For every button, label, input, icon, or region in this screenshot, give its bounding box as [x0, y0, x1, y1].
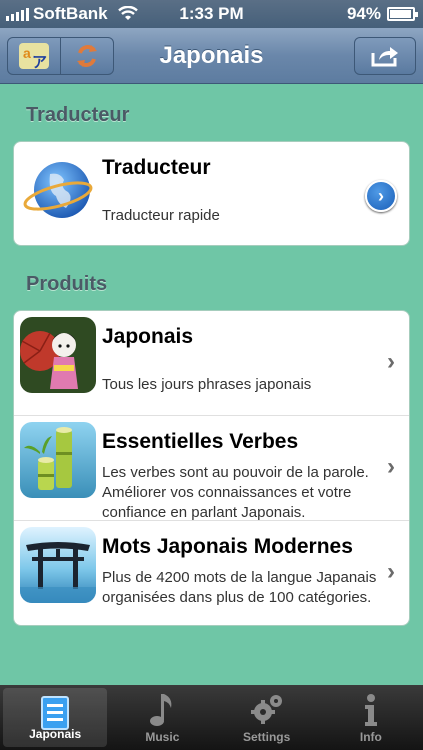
- globe-icon: [20, 154, 96, 230]
- list-icon: [3, 694, 107, 731]
- row-title: Mots Japonais Modernes: [102, 535, 353, 558]
- bamboo-icon: [20, 422, 96, 498]
- row-description: Traducteur rapide: [102, 207, 220, 224]
- translator-group: Traducteur Traducteur rapide ›: [13, 141, 410, 246]
- list-item-traducteur[interactable]: Traducteur Traducteur rapide ›: [14, 142, 409, 245]
- row-description: Plus de 4200 mots de la langue Japanais …: [102, 569, 377, 606]
- tab-label: Info: [359, 730, 382, 744]
- row-title: Essentielles Verbes: [102, 430, 299, 453]
- row-description: Les verbes sont au pouvoir de la parole.…: [102, 464, 369, 521]
- list-item-mots-japonais-modernes[interactable]: Mots Japonais Modernes Plus de 4200 mots…: [14, 521, 409, 625]
- battery-icon: [387, 7, 418, 21]
- kimono-doll-icon: [20, 317, 96, 393]
- navigation-bar: a ア Japonais: [0, 28, 423, 84]
- row-description: Tous les jours phrases japonais: [102, 376, 312, 393]
- tab-settings[interactable]: Settings: [215, 685, 319, 750]
- battery-area: 94%: [346, 4, 418, 24]
- battery-percent: 94%: [346, 4, 381, 23]
- row-title: Traducteur: [102, 156, 211, 179]
- tab-info[interactable]: Info: [319, 685, 423, 750]
- row-title: Japonais: [102, 325, 194, 348]
- tab-label: Japonais: [29, 727, 82, 741]
- music-note-icon: [110, 691, 214, 727]
- tab-bar: Japonais Music Settings Info: [0, 685, 423, 750]
- detail-disclosure-icon[interactable]: ›: [365, 180, 397, 212]
- list-item-japonais[interactable]: Japonais Tous les jours phrases japonais…: [14, 311, 409, 416]
- tab-label: Music: [145, 730, 180, 744]
- share-icon: [371, 47, 398, 67]
- torii-gate-icon: [20, 527, 96, 603]
- tab-label: Settings: [242, 730, 291, 744]
- chevron-right-icon: ›: [387, 558, 395, 585]
- tab-japonais[interactable]: Japonais: [3, 688, 108, 747]
- info-icon: [319, 691, 423, 727]
- tab-music[interactable]: Music: [110, 685, 214, 750]
- section-header-traducteur: Traducteur: [26, 104, 130, 126]
- status-bar: SoftBank 1:33 PM 94%: [0, 0, 423, 28]
- list-item-essentielles-verbes[interactable]: Essentielles Verbes Les verbes sont au p…: [14, 416, 409, 521]
- products-group: Japonais Tous les jours phrases japonais…: [13, 310, 410, 626]
- chevron-right-icon: ›: [387, 348, 395, 375]
- gears-icon: [215, 691, 319, 727]
- section-header-produits: Produits: [26, 273, 108, 295]
- chevron-right-icon: ›: [387, 453, 395, 480]
- share-button[interactable]: [354, 37, 416, 75]
